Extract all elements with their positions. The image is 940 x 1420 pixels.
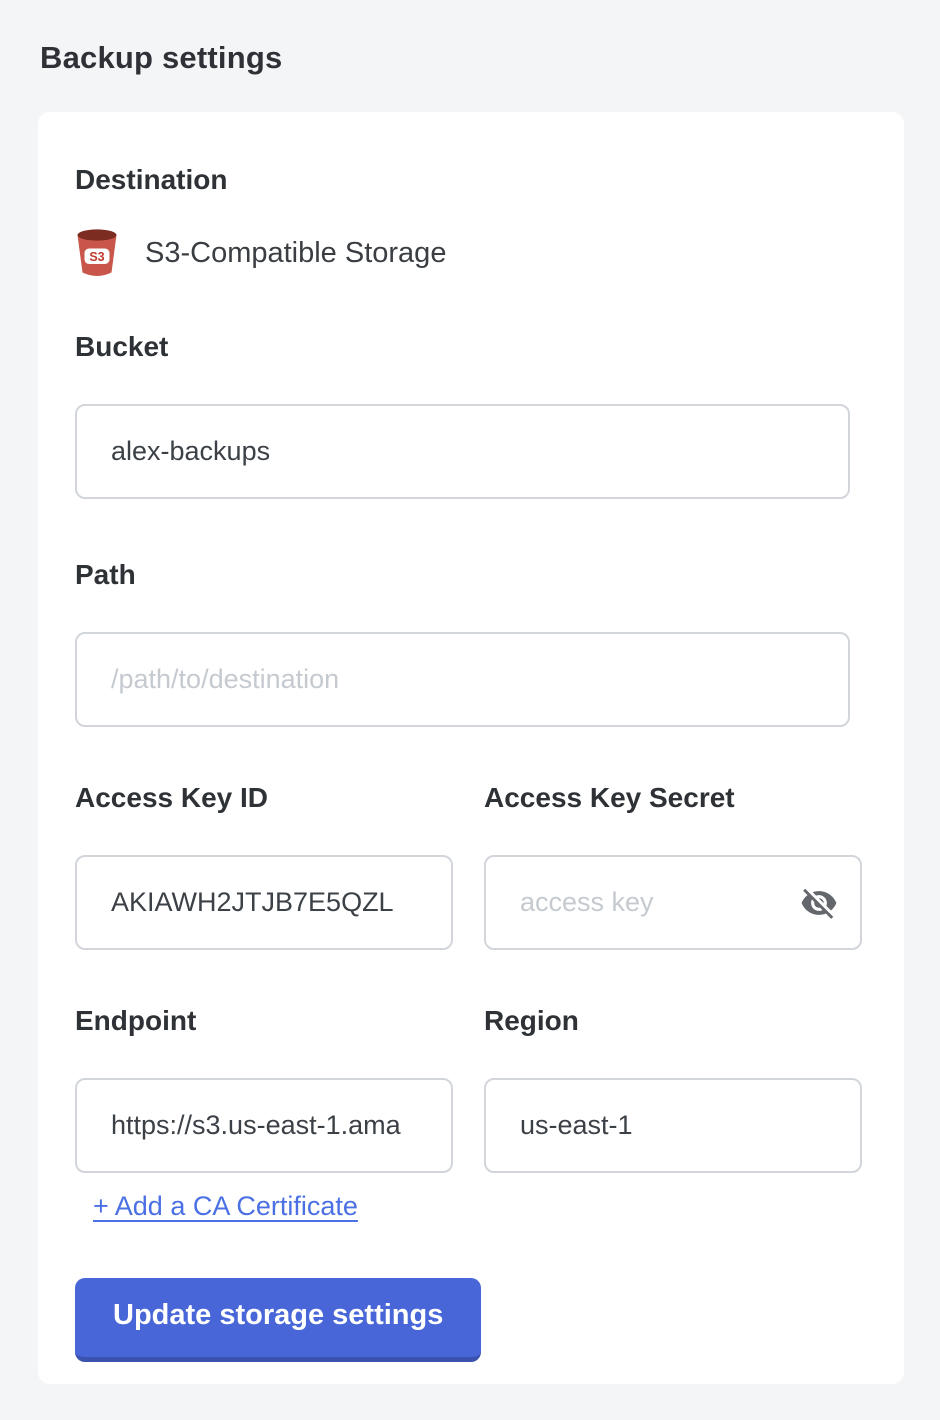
region-field-group: Region	[484, 1005, 862, 1173]
access-key-id-label: Access Key ID	[75, 782, 453, 814]
path-label: Path	[75, 559, 852, 591]
endpoint-input[interactable]	[75, 1078, 453, 1173]
region-label: Region	[484, 1005, 862, 1037]
bucket-field-group: Bucket	[75, 331, 852, 499]
region-input[interactable]	[484, 1078, 862, 1173]
access-key-id-field-group: Access Key ID	[75, 782, 453, 950]
destination-row: S3 S3-Compatible Storage	[75, 225, 852, 281]
endpoint-label: Endpoint	[75, 1005, 453, 1037]
access-key-id-input[interactable]	[75, 855, 453, 950]
access-key-secret-field-group: Access Key Secret	[484, 782, 862, 950]
svg-text:S3: S3	[89, 250, 104, 264]
add-ca-certificate-link[interactable]: + Add a CA Certificate	[93, 1191, 358, 1222]
bucket-input[interactable]	[75, 404, 850, 499]
destination-label: Destination	[75, 163, 852, 197]
endpoint-field-group: Endpoint	[75, 1005, 453, 1173]
path-input[interactable]	[75, 632, 850, 727]
bucket-label: Bucket	[75, 331, 852, 363]
backup-settings-card: Destination S3 S3-Compatible Storage Buc…	[38, 112, 904, 1384]
path-field-group: Path	[75, 559, 852, 727]
backup-settings-page: Backup settings Destination S3 S3-Compat…	[0, 0, 940, 1420]
page-title: Backup settings	[40, 40, 904, 76]
destination-value: S3-Compatible Storage	[145, 237, 446, 270]
access-key-secret-label: Access Key Secret	[484, 782, 862, 814]
access-key-row: Access Key ID Access Key Secret	[75, 782, 852, 950]
toggle-secret-visibility-button[interactable]	[800, 884, 838, 922]
update-storage-settings-button[interactable]: Update storage settings	[75, 1278, 481, 1362]
endpoint-region-row: Endpoint Region	[75, 1005, 852, 1173]
s3-bucket-icon: S3	[75, 228, 119, 278]
eye-off-icon	[800, 884, 838, 922]
access-key-secret-input-wrap	[484, 855, 862, 950]
